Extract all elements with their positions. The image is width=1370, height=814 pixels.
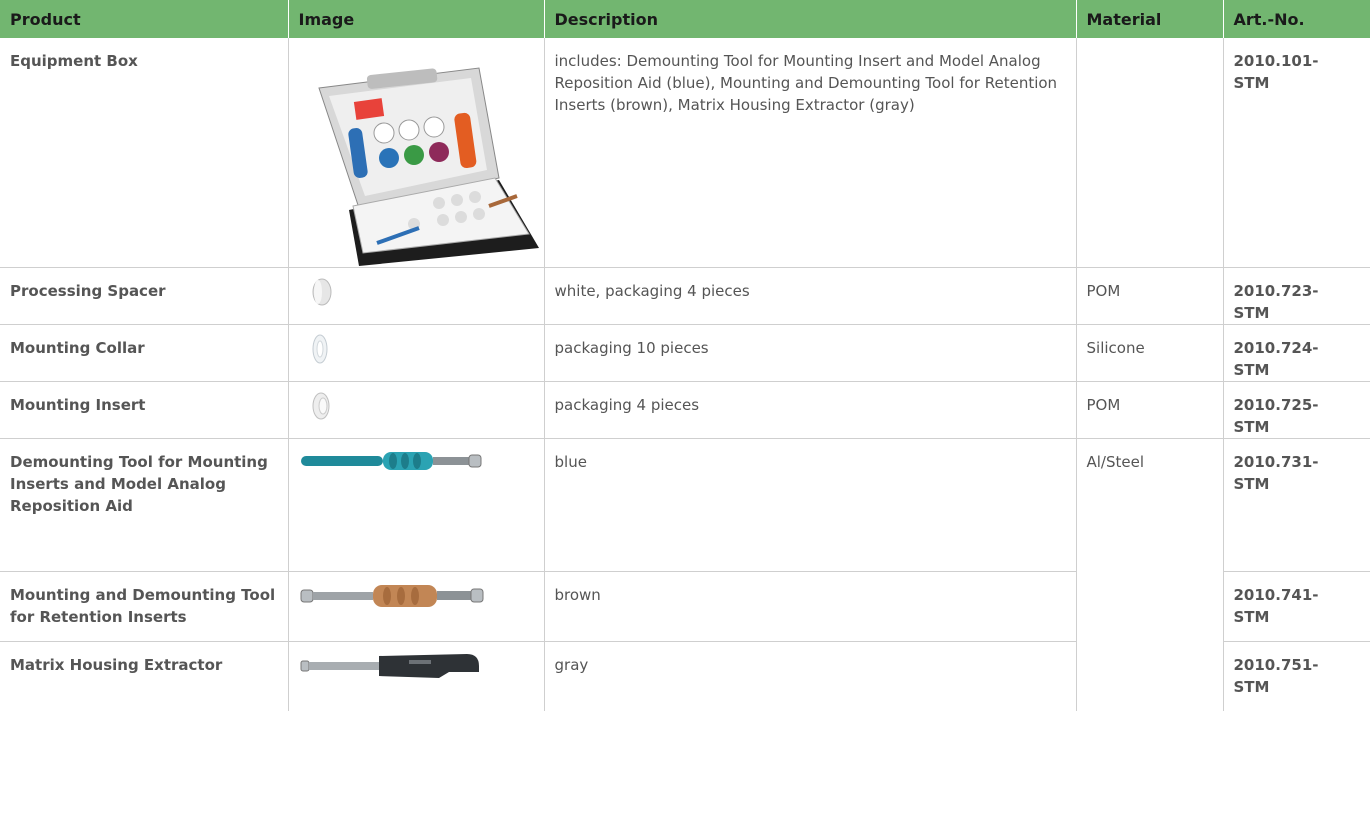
product-material: POM [1076,381,1224,439]
product-description: gray [544,641,1077,711]
processing-spacer-image [312,278,331,305]
table-row: Processing Spacer white, packaging 4 pie… [0,267,1370,325]
product-description: packaging 4 pieces [544,381,1077,439]
table-header-row: Product Image Description Material Art.-… [0,0,1370,38]
product-name: Demounting Tool for Mounting Inserts and… [0,438,289,572]
equipment-box-image [317,67,539,266]
product-material: Al/Steel [1076,438,1224,711]
table-row: Mounting Collar packaging 10 pieces Sili… [0,324,1370,382]
product-description: white, packaging 4 pieces [544,267,1077,325]
table-row: Mounting Insert packaging 4 pieces POM 2… [0,381,1370,439]
header-material: Material [1076,0,1224,38]
product-description: includes: Demounting Tool for Mounting I… [544,38,1077,268]
product-name: Mounting Collar [0,324,289,382]
header-product: Product [0,0,289,38]
table-row: Equipment Box includes: Demounting Tool … [0,38,1370,268]
product-table: Product Image Description Material Art.-… [0,0,1370,711]
product-art-no: 2010.731-STM [1223,438,1370,572]
product-material: POM [1076,267,1224,325]
product-image-cell [288,641,545,711]
product-name: Equipment Box [0,38,289,268]
product-description: brown [544,571,1077,642]
product-image-cell [288,571,545,642]
product-image-cell [288,381,545,439]
product-art-no: 2010.725-STM [1223,381,1370,439]
brown-mounting-tool-image [300,584,483,607]
product-art-no: 2010.101-STM [1223,38,1370,268]
header-image: Image [288,0,545,38]
mounting-collar-image [312,334,327,363]
product-image-cell [288,267,545,325]
product-image-cell [288,324,545,382]
product-art-no: 2010.723-STM [1223,267,1370,325]
mounting-insert-image [312,392,329,419]
header-art-no: Art.-No. [1223,0,1370,38]
blue-demounting-tool-image [300,451,481,470]
product-name: Matrix Housing Extractor [0,641,289,711]
gray-extractor-image [300,653,479,678]
product-art-no: 2010.751-STM [1233,655,1319,696]
product-name: Mounting and Demounting Tool for Retenti… [0,571,289,642]
product-image-cell [288,438,545,572]
product-material [1076,38,1224,268]
product-material: Silicone [1076,324,1224,382]
product-name: Processing Spacer [0,267,289,325]
table-row: Demounting Tool for Mounting Inserts and… [0,438,1370,711]
product-art-no: 2010.724-STM [1223,324,1370,382]
product-name: Mounting Insert [0,381,289,439]
product-description: blue [544,438,1077,572]
product-image-cell [288,38,545,268]
header-description: Description [544,0,1077,38]
product-description: packaging 10 pieces [544,324,1077,382]
product-art-no: 2010.741-STM [1223,571,1370,642]
